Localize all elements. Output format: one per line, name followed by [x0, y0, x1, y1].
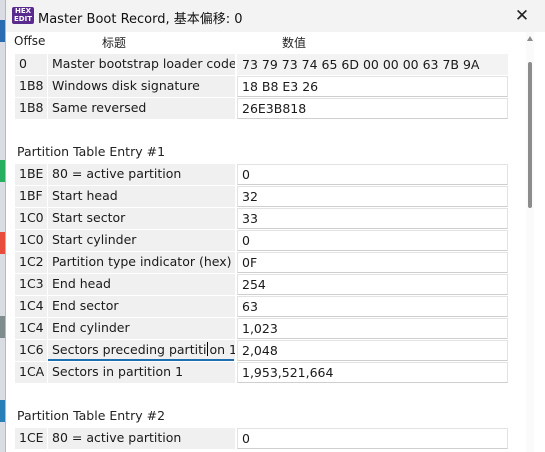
title-bar[interactable]: HEX EDIT Master Boot Record, 基本偏移: 0 ✕	[6, 0, 545, 32]
column-header-offset[interactable]: Offse	[14, 34, 45, 54]
focus-underline	[48, 359, 234, 361]
row-value-field[interactable]: 63	[237, 296, 508, 317]
row-label-part: Sectors preceding partiti	[52, 342, 207, 357]
app-icon-text-bottom: EDIT	[14, 15, 32, 23]
row-label-editing[interactable]: Sectors preceding partiti on 1	[48, 340, 235, 361]
hex-editor-app-icon: HEX EDIT	[12, 7, 34, 24]
row-value-field[interactable]: 0F	[237, 252, 508, 273]
section-title-partition-1: Partition Table Entry #1	[17, 144, 166, 159]
column-header-label[interactable]: 标题	[102, 34, 126, 54]
column-header-value[interactable]: 数值	[282, 34, 306, 54]
row-label: Master bootstrap loader code	[48, 54, 235, 75]
row-value-field[interactable]: 33	[237, 208, 508, 229]
row-offset: 1BE	[15, 164, 48, 185]
row-label: Partition type indicator (hex)	[48, 252, 235, 273]
template-grid: Offse 标题 数值 0 Master bootstrap loader co…	[6, 32, 528, 452]
row-value-field[interactable]: 1,023	[237, 318, 508, 339]
row-value-field[interactable]: 73 79 73 74 65 6D 00 00 00 63 7B 9A	[237, 54, 508, 75]
row-label: Sectors in partition 1	[48, 362, 235, 383]
row-offset: 1CE	[15, 428, 48, 449]
row-label: Same reversed	[48, 98, 235, 119]
row-value-field[interactable]: 32	[237, 186, 508, 207]
row-value-field[interactable]: 18 B8 E3 26	[237, 76, 508, 97]
row-label: 80 = active partition	[48, 428, 235, 449]
scrollbar-thumb[interactable]	[528, 62, 532, 208]
scroll-up-icon[interactable]	[527, 36, 533, 41]
row-offset: 1C4	[15, 318, 48, 339]
section-title-partition-2: Partition Table Entry #2	[17, 408, 166, 423]
row-value-field[interactable]: 254	[237, 274, 508, 295]
row-offset: 1B8	[15, 76, 48, 97]
row-label: Start head	[48, 186, 235, 207]
row-label: Start sector	[48, 208, 235, 229]
close-icon[interactable]: ✕	[506, 4, 538, 28]
row-offset: 1C0	[15, 230, 48, 251]
row-offset: 1CA	[15, 362, 48, 383]
row-offset: 1BF	[15, 186, 48, 207]
row-label-part: on 1	[209, 342, 235, 357]
window-title: Master Boot Record, 基本偏移: 0	[38, 12, 243, 27]
row-label: 80 = active partition	[48, 164, 235, 185]
row-value-field[interactable]: 0	[237, 428, 508, 449]
row-offset: 1C4	[15, 296, 48, 317]
row-value-field[interactable]: 0	[237, 164, 508, 185]
row-value-field[interactable]: 1,953,521,664	[237, 362, 508, 383]
row-offset: 1B8	[15, 98, 48, 119]
row-label: Windows disk signature	[48, 76, 235, 97]
app-icon-text-top: HEX	[14, 7, 32, 15]
row-label: Start cylinder	[48, 230, 235, 251]
row-label: End sector	[48, 296, 235, 317]
row-value-field[interactable]: 26E3B818	[237, 98, 508, 119]
vertical-scrollbar[interactable]	[526, 32, 534, 452]
row-offset: 0	[15, 54, 48, 75]
row-offset: 1C2	[15, 252, 48, 273]
row-offset: 1C3	[15, 274, 48, 295]
row-value-field[interactable]: 2,048	[237, 340, 508, 361]
row-offset: 1C0	[15, 208, 48, 229]
row-label: End head	[48, 274, 235, 295]
row-offset: 1C6	[15, 340, 48, 361]
mbr-window: HEX EDIT Master Boot Record, 基本偏移: 0 ✕ O…	[5, 0, 545, 452]
row-value-field[interactable]: 0	[237, 230, 508, 251]
row-label: End cylinder	[48, 318, 235, 339]
